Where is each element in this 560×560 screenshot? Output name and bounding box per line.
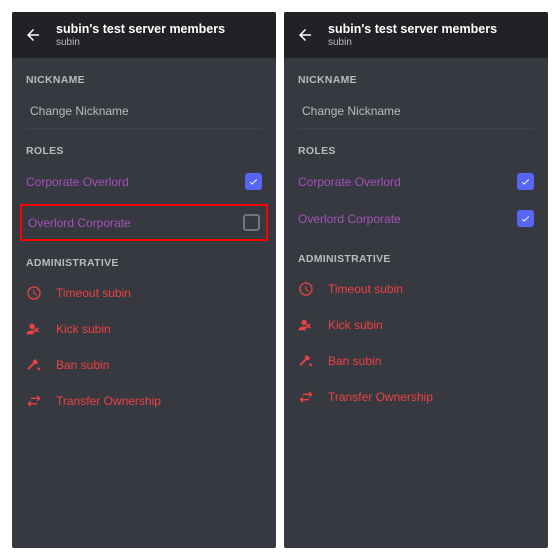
roles-section-label: ROLES xyxy=(284,129,548,163)
checkbox-checked-icon[interactable] xyxy=(245,173,262,190)
kick-icon xyxy=(298,317,314,333)
transfer-icon xyxy=(26,393,42,409)
page-subtitle: subin xyxy=(328,37,497,48)
timeout-row[interactable]: Timeout subin xyxy=(284,271,548,307)
admin-label: Transfer Ownership xyxy=(56,394,161,408)
role-row[interactable]: Corporate Overlord xyxy=(284,163,548,200)
checkbox-unchecked-icon[interactable] xyxy=(243,214,260,231)
admin-label: Kick subin xyxy=(56,322,111,336)
role-name: Corporate Overlord xyxy=(298,175,401,189)
role-name: Corporate Overlord xyxy=(26,175,129,189)
checkbox-checked-icon[interactable] xyxy=(517,210,534,227)
page-title: subin's test server members xyxy=(56,22,225,36)
title-block: subin's test server members subin xyxy=(328,22,497,48)
transfer-icon xyxy=(298,389,314,405)
checkbox-checked-icon[interactable] xyxy=(517,173,534,190)
transfer-ownership-row[interactable]: Transfer Ownership xyxy=(12,383,276,419)
administrative-section-label: ADMINISTRATIVE xyxy=(12,241,276,275)
kick-row[interactable]: Kick subin xyxy=(12,311,276,347)
page-subtitle: subin xyxy=(56,37,225,48)
member-settings-panel: subin's test server members subin NICKNA… xyxy=(12,12,276,548)
back-arrow-icon[interactable] xyxy=(296,26,314,44)
admin-label: Timeout subin xyxy=(56,286,131,300)
clock-icon xyxy=(298,281,314,297)
admin-label: Ban subin xyxy=(328,354,381,368)
admin-label: Transfer Ownership xyxy=(328,390,433,404)
nickname-section-label: NICKNAME xyxy=(12,58,276,92)
roles-section-label: ROLES xyxy=(12,129,276,163)
admin-label: Kick subin xyxy=(328,318,383,332)
topbar: subin's test server members subin xyxy=(12,12,276,58)
title-block: subin's test server members subin xyxy=(56,22,225,48)
member-settings-panel: subin's test server members subin NICKNA… xyxy=(284,12,548,548)
topbar: subin's test server members subin xyxy=(284,12,548,58)
role-name: Overlord Corporate xyxy=(298,212,401,226)
administrative-section-label: ADMINISTRATIVE xyxy=(284,237,548,271)
role-row-highlighted[interactable]: Overlord Corporate xyxy=(20,204,268,241)
back-arrow-icon[interactable] xyxy=(24,26,42,44)
nickname-section-label: NICKNAME xyxy=(284,58,548,92)
role-row[interactable]: Corporate Overlord xyxy=(12,163,276,200)
admin-label: Timeout subin xyxy=(328,282,403,296)
page-title: subin's test server members xyxy=(328,22,497,36)
hammer-icon xyxy=(26,357,42,373)
ban-row[interactable]: Ban subin xyxy=(284,343,548,379)
clock-icon xyxy=(26,285,42,301)
admin-label: Ban subin xyxy=(56,358,109,372)
hammer-icon xyxy=(298,353,314,369)
role-name: Overlord Corporate xyxy=(28,216,131,230)
nickname-input[interactable]: Change Nickname xyxy=(298,96,534,129)
nickname-input[interactable]: Change Nickname xyxy=(26,96,262,129)
kick-row[interactable]: Kick subin xyxy=(284,307,548,343)
ban-row[interactable]: Ban subin xyxy=(12,347,276,383)
role-row[interactable]: Overlord Corporate xyxy=(284,200,548,237)
kick-icon xyxy=(26,321,42,337)
transfer-ownership-row[interactable]: Transfer Ownership xyxy=(284,379,548,415)
timeout-row[interactable]: Timeout subin xyxy=(12,275,276,311)
